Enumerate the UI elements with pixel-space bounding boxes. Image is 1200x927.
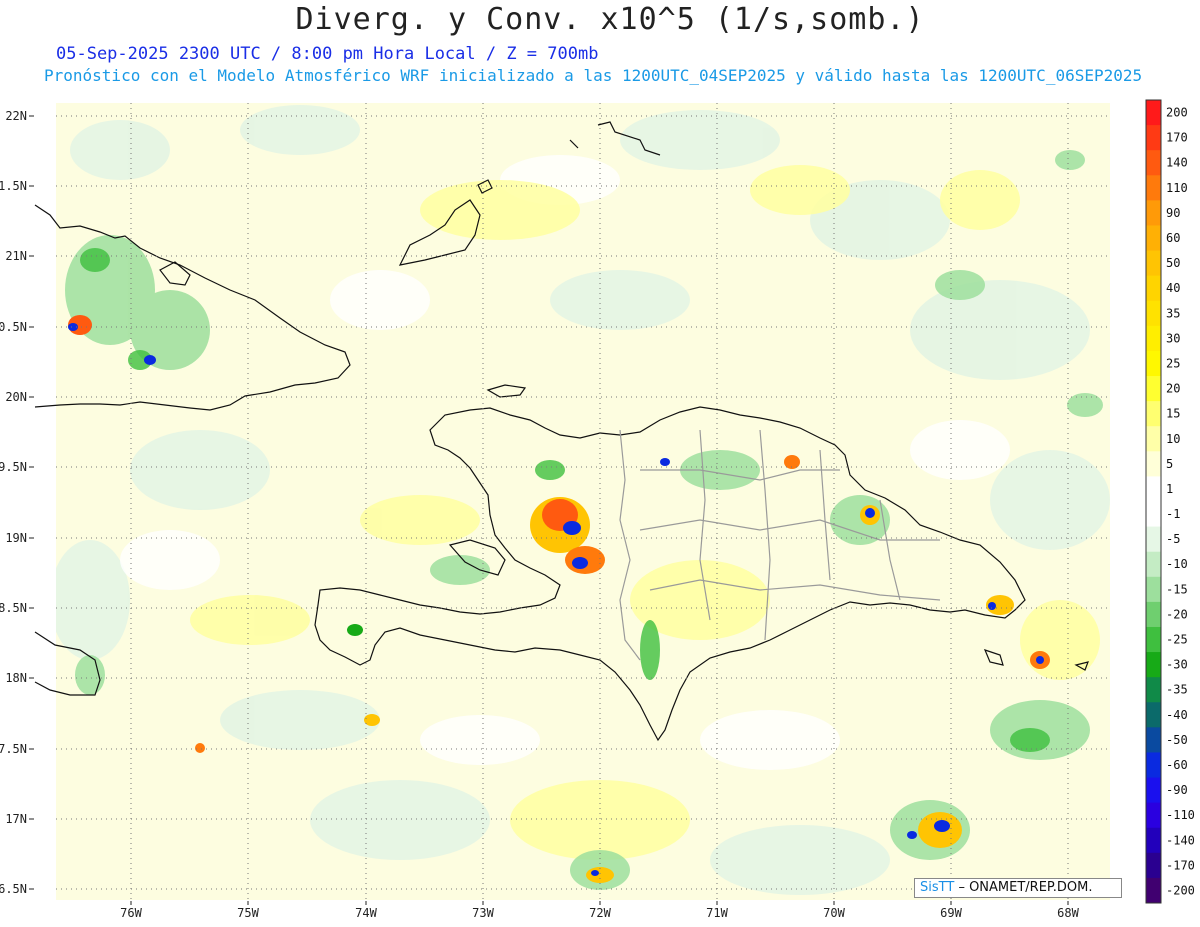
colorbar-swatch xyxy=(1146,501,1161,528)
colorbar-swatch xyxy=(1146,325,1161,352)
colorbar-label: 10 xyxy=(1166,432,1180,446)
lon-label: 71W xyxy=(706,906,728,920)
lat-label: 8.5N xyxy=(0,601,27,615)
colorbar-swatch xyxy=(1146,852,1161,879)
colorbar-swatch xyxy=(1146,576,1161,603)
lon-label: 72W xyxy=(589,906,611,920)
colorbar-label: -170 xyxy=(1166,858,1195,872)
lon-label: 68W xyxy=(1057,906,1079,920)
lat-label: 9.5N xyxy=(0,460,27,474)
colorbar-swatch xyxy=(1146,802,1161,829)
colorbar-label: -10 xyxy=(1166,557,1188,571)
colorbar-label: 60 xyxy=(1166,231,1180,245)
colorbar-label: -20 xyxy=(1166,607,1188,621)
colorbar-label: -60 xyxy=(1166,758,1188,772)
lon-label: 69W xyxy=(940,906,962,920)
divergence-map: 22N 1.5N 21N 0.5N 20N 9.5N 19N 8.5N 18N … xyxy=(0,99,1195,920)
colorbar-swatch xyxy=(1146,175,1161,201)
colorbar-swatch xyxy=(1146,451,1161,477)
colorbar-swatch xyxy=(1146,727,1161,753)
colorbar-label: 30 xyxy=(1166,331,1180,345)
colorbar-label: -50 xyxy=(1166,733,1188,747)
colorbar-label: 40 xyxy=(1166,281,1180,295)
lat-label: 18N xyxy=(5,671,27,685)
lat-label: 22N xyxy=(5,109,27,123)
lat-label: 0.5N xyxy=(0,320,27,334)
lon-label: 75W xyxy=(237,906,259,920)
colorbar-label: 35 xyxy=(1166,306,1180,320)
colorbar-swatch xyxy=(1146,877,1161,904)
colorbar-swatch xyxy=(1146,125,1161,151)
lon-label: 70W xyxy=(823,906,845,920)
colorbar-label: -25 xyxy=(1166,633,1188,647)
colorbar-label: 15 xyxy=(1166,407,1180,421)
colorbar-swatch xyxy=(1146,702,1161,728)
lon-label: 76W xyxy=(120,906,142,920)
colorbar-swatch xyxy=(1146,652,1161,678)
colorbar-label: 50 xyxy=(1166,256,1180,270)
longitude-labels: 76W 75W 74W 73W 72W 71W 70W 69W 68W xyxy=(120,906,1079,920)
colorbar-label: -35 xyxy=(1166,683,1188,697)
colorbar-swatch xyxy=(1146,476,1161,502)
lat-label: 19N xyxy=(5,531,27,545)
colorbar-swatch xyxy=(1146,626,1161,653)
colorbar-label: -110 xyxy=(1166,808,1195,822)
colorbar-label: 1 xyxy=(1166,482,1173,496)
lat-label: 20N xyxy=(5,390,27,404)
colorbar-swatch xyxy=(1146,677,1161,703)
colorbar-swatch xyxy=(1146,150,1161,176)
colorbar-swatch xyxy=(1146,426,1161,452)
colorbar-label: 90 xyxy=(1166,206,1180,220)
colorbar-label: 25 xyxy=(1166,356,1180,370)
credit-text: – ONAMET/REP.DOM. xyxy=(958,880,1093,895)
colorbar-label: -140 xyxy=(1166,833,1195,847)
colorbar-swatch xyxy=(1146,752,1161,779)
lon-label: 74W xyxy=(355,906,377,920)
colorbar-label: 170 xyxy=(1166,131,1188,145)
colorbar-swatch xyxy=(1146,200,1161,226)
colorbar-label: -5 xyxy=(1166,532,1180,546)
colorbar-label: 140 xyxy=(1166,156,1188,170)
lon-label: 73W xyxy=(472,906,494,920)
latitude-ticks xyxy=(29,115,34,890)
lat-label: 7.5N xyxy=(0,742,27,756)
colorbar-label: -200 xyxy=(1166,883,1195,897)
colorbar-swatch xyxy=(1146,551,1161,578)
colorbar-swatch xyxy=(1146,401,1161,427)
colorbar-label: -90 xyxy=(1166,783,1188,797)
lat-label: 21N xyxy=(5,249,27,263)
colorbar-label: 5 xyxy=(1166,457,1173,471)
colorbar-swatch xyxy=(1146,376,1161,402)
colorbar-swatch xyxy=(1146,827,1161,854)
colorbar: 200 170 140 110 90 60 50 40 35 30 25 20 15 10 5 1 -1 -5 -1… xyxy=(1145,99,1195,904)
colorbar-label: -1 xyxy=(1166,507,1180,521)
latitude-labels: 22N 1.5N 21N 0.5N 20N 9.5N 19N 8.5N 18N … xyxy=(0,109,27,896)
colorbar-swatch xyxy=(1146,225,1161,252)
colorbar-swatch xyxy=(1146,526,1161,553)
colorbar-swatch xyxy=(1146,350,1161,377)
lat-label: 1.5N xyxy=(0,179,27,193)
lat-label: 6.5N xyxy=(0,882,27,896)
colorbar-label: -40 xyxy=(1166,708,1188,722)
lat-label: 17N xyxy=(5,812,27,826)
colorbar-swatch xyxy=(1146,300,1161,327)
credit-box: SisTT – ONAMET/REP.DOM. xyxy=(914,878,1122,898)
colorbar-swatch xyxy=(1146,100,1161,126)
colorbar-label: 20 xyxy=(1166,382,1180,396)
colorbar-label: 110 xyxy=(1166,181,1188,195)
sistt-logo: SisTT xyxy=(920,880,955,895)
longitude-ticks xyxy=(130,901,1069,905)
colorbar-swatch xyxy=(1146,250,1161,277)
colorbar-swatch xyxy=(1146,275,1161,302)
colorbar-label: -15 xyxy=(1166,582,1188,596)
colorbar-label: 200 xyxy=(1166,106,1188,120)
colorbar-swatch xyxy=(1146,601,1161,628)
colorbar-label: -30 xyxy=(1166,658,1188,672)
colorbar-swatch xyxy=(1146,777,1161,804)
